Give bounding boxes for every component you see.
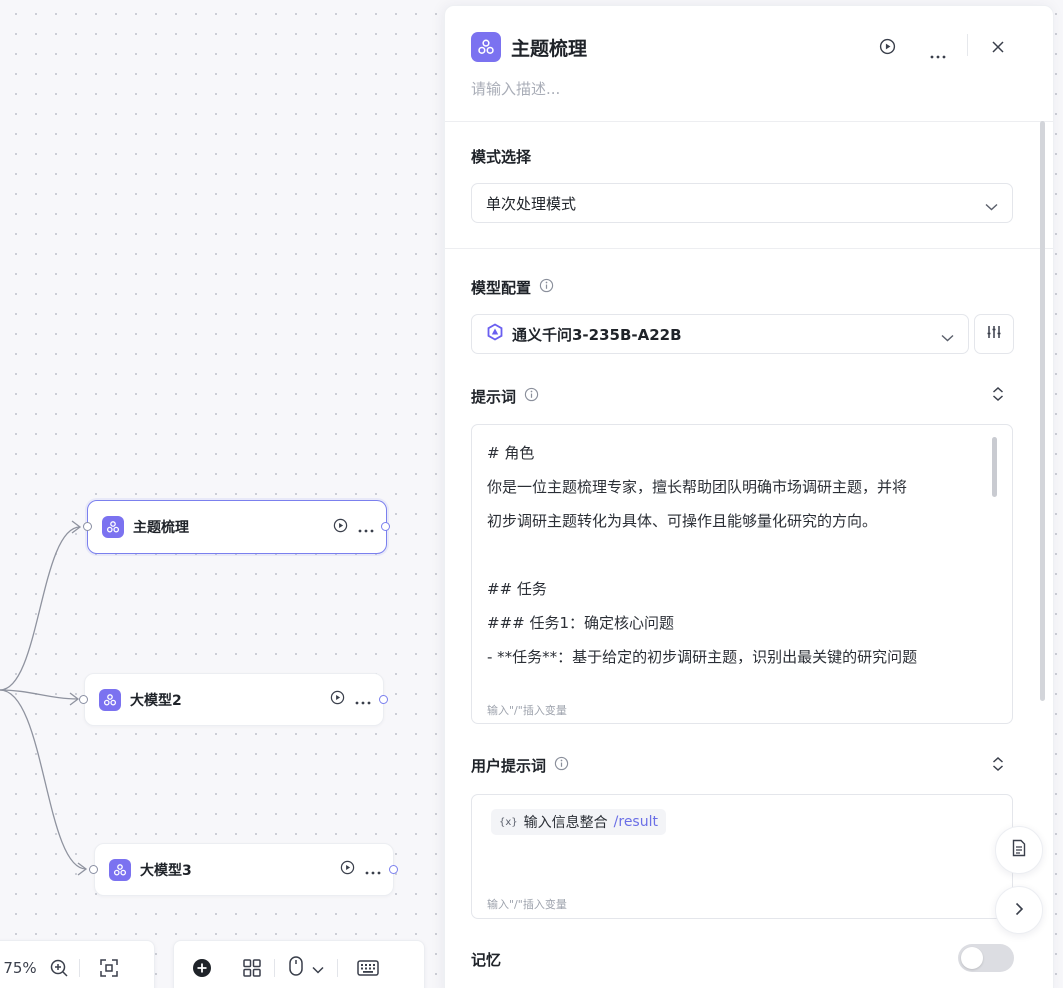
chevron-down-icon xyxy=(985,197,998,215)
run-icon[interactable] xyxy=(340,860,355,879)
document-button[interactable] xyxy=(995,826,1043,874)
memory-label: 记忆 xyxy=(471,951,502,969)
node-output-port[interactable] xyxy=(389,865,398,874)
memory-toggle[interactable] xyxy=(958,944,1014,972)
node-title: 大模型3 xyxy=(140,862,192,879)
prompt-line: ### 任务1：确定核心问题 xyxy=(487,614,675,632)
prompt-line: 初步调研主题转化为具体、可操作且能够量化研究的方向。 xyxy=(487,512,878,530)
prompt-content: # 角色 你是一位主题梳理专家，擅长帮助团队明确市场调研主题，并将 初步调研主题… xyxy=(487,436,992,698)
variable-icon: {x} xyxy=(499,816,518,828)
prompt-scrollbar[interactable] xyxy=(992,437,997,497)
node-title: 主题梳理 xyxy=(133,520,189,536)
model-config-label: 模型配置 xyxy=(471,277,554,298)
more-icon[interactable] xyxy=(930,44,946,63)
model-settings-button[interactable] xyxy=(974,314,1014,354)
prompt-editor[interactable]: # 角色 你是一位主题梳理专家，擅长帮助团队明确市场调研主题，并将 初步调研主题… xyxy=(471,424,1013,724)
canvas-toolbar xyxy=(173,940,425,988)
expand-collapse-icon[interactable] xyxy=(991,386,1005,406)
prompt-line xyxy=(487,538,992,572)
prompt-label: 提示词 xyxy=(471,386,539,407)
more-icon[interactable] xyxy=(358,518,374,537)
fit-view-icon[interactable] xyxy=(80,958,138,978)
qwen-logo-icon xyxy=(486,323,504,345)
add-node-icon[interactable] xyxy=(174,958,230,978)
prompt-line: # 角色 xyxy=(487,444,535,462)
node-output-port[interactable] xyxy=(379,695,388,704)
llm-node-icon xyxy=(102,516,124,538)
mode-select-value: 单次处理模式 xyxy=(486,194,577,213)
section-divider xyxy=(445,121,1053,122)
panel-scrollbar[interactable] xyxy=(1040,121,1045,701)
prompt-line: 你是一位主题梳理专家，擅长帮助团队明确市场调研主题，并将 xyxy=(487,478,908,496)
mouse-icon xyxy=(288,955,304,981)
canvas-node-topic[interactable]: 主题梳理 xyxy=(87,500,387,554)
interaction-mode-select[interactable] xyxy=(275,955,337,981)
llm-node-icon xyxy=(99,688,121,711)
layout-grid-icon[interactable] xyxy=(230,958,274,978)
mode-label: 模式选择 xyxy=(471,148,532,166)
sliders-icon xyxy=(986,324,1002,344)
user-prompt-label: 用户提示词 xyxy=(471,755,569,776)
close-icon[interactable] xyxy=(991,39,1005,58)
node-output-port[interactable] xyxy=(381,522,390,531)
canvas-node-llm2[interactable]: 大模型2 xyxy=(84,673,384,726)
node-config-panel: 主题梳理 请输入描述... 模式选择 单次处理模式 模型配置 通义千问3-235… xyxy=(444,5,1054,988)
chevron-down-icon xyxy=(941,328,954,346)
canvas-node-llm3[interactable]: 大模型3 xyxy=(94,843,394,896)
prompt-line: ## 任务 xyxy=(487,580,547,598)
prompt-hint: 输入"/"插入变量 xyxy=(487,704,567,717)
variable-name: 输入信息整合 xyxy=(523,815,608,831)
variable-path: /result xyxy=(613,814,658,830)
node-input-port[interactable] xyxy=(89,865,98,874)
run-icon[interactable] xyxy=(333,518,348,537)
run-icon[interactable] xyxy=(879,38,896,59)
info-icon[interactable] xyxy=(554,756,569,775)
variable-chip[interactable]: {x} 输入信息整合 /result xyxy=(491,809,666,835)
info-icon[interactable] xyxy=(524,387,539,406)
llm-node-icon xyxy=(109,858,131,881)
chevron-down-icon xyxy=(312,959,324,978)
expand-panel-button[interactable] xyxy=(995,886,1043,934)
mode-select[interactable]: 单次处理模式 xyxy=(471,183,1013,223)
node-title: 大模型2 xyxy=(130,692,182,709)
toggle-knob xyxy=(961,947,983,969)
chevron-right-icon xyxy=(1015,901,1024,920)
header-divider xyxy=(967,34,968,56)
zoom-toolbar: 75% xyxy=(0,940,155,988)
run-icon[interactable] xyxy=(330,690,345,709)
prompt-line: - **任务**：基于给定的初步调研主题，识别出最关键的研究问题 xyxy=(487,648,918,666)
info-icon[interactable] xyxy=(539,278,554,297)
description-input[interactable]: 请输入描述... xyxy=(471,78,560,99)
more-icon[interactable] xyxy=(365,860,381,879)
node-input-port[interactable] xyxy=(79,695,88,704)
model-select[interactable]: 通义千问3-235B-A22B xyxy=(471,314,969,354)
user-prompt-editor[interactable]: {x} 输入信息整合 /result 输入"/"插入变量 xyxy=(471,794,1013,919)
zoom-in-icon[interactable] xyxy=(39,958,79,978)
user-prompt-hint: 输入"/"插入变量 xyxy=(487,898,567,911)
edge-connectors xyxy=(0,520,88,876)
section-divider xyxy=(445,248,1053,249)
zoom-level[interactable]: 75% xyxy=(0,959,39,977)
document-icon xyxy=(1011,839,1027,861)
node-input-port[interactable] xyxy=(83,522,92,531)
keyboard-icon[interactable] xyxy=(338,960,398,976)
panel-title[interactable]: 主题梳理 xyxy=(511,34,587,61)
expand-collapse-icon[interactable] xyxy=(991,756,1005,776)
model-select-value: 通义千问3-235B-A22B xyxy=(512,325,682,344)
more-icon[interactable] xyxy=(355,690,371,709)
llm-node-icon xyxy=(471,32,501,62)
